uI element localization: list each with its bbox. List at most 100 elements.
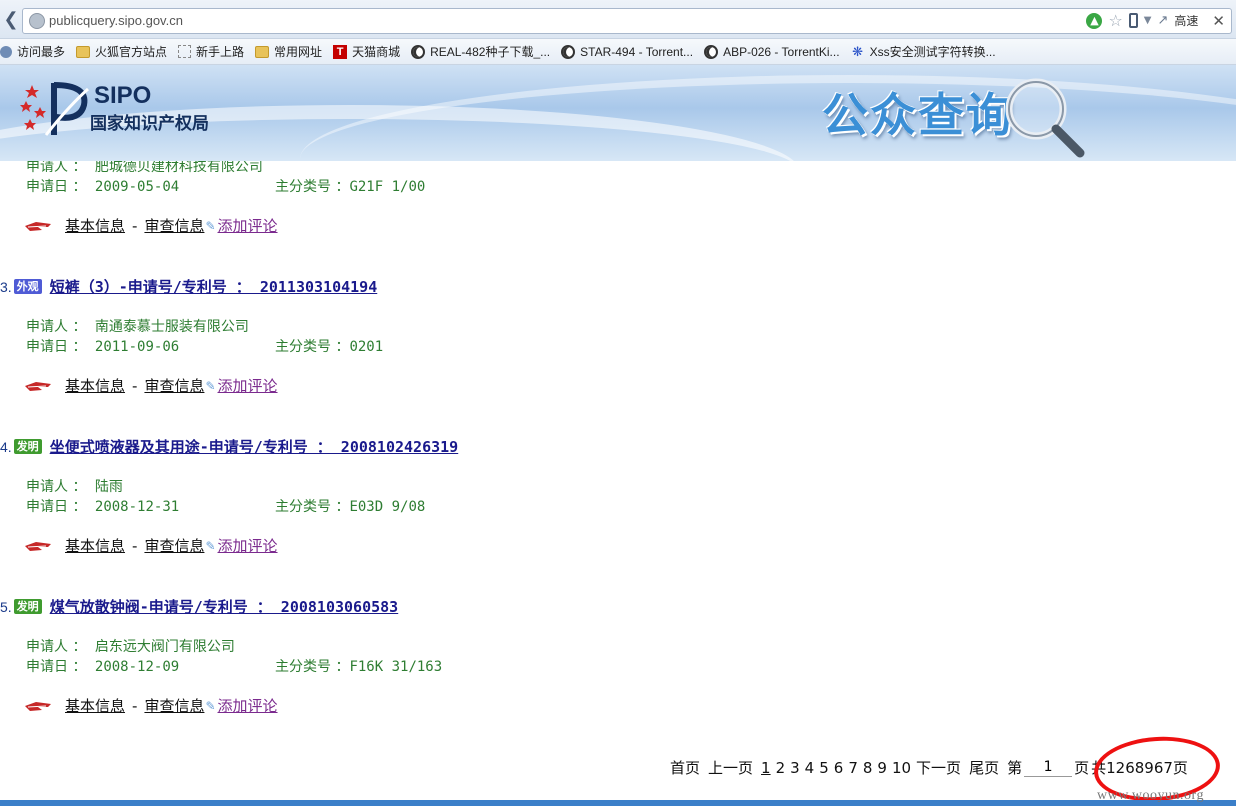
pencil-icon: ✎ [205,698,216,713]
speed-icon: ↗ [1157,13,1169,28]
exam-info-link[interactable]: 审查信息 [144,535,204,556]
basic-info-link[interactable]: 基本信息 [65,215,125,236]
logo-text-cn: 国家知识产权局 [90,114,209,134]
prev-page-link[interactable]: 上一页 [708,757,753,778]
date-class-line: 申请日 ： 2011-09-06 主分类号 ：0201 [26,336,383,356]
applicant-line: 申请人 ： 南通泰慕士服装有限公司 [26,316,249,336]
bottom-bar [0,800,1236,806]
speed-label[interactable]: 高速 [1174,12,1198,29]
basic-info-link[interactable]: 基本信息 [65,695,125,716]
blank-page-icon [178,45,192,58]
applicant-line: 申请人 ： 启东远大阀门有限公司 [26,636,235,656]
page-number[interactable]: 9 [877,759,887,777]
bookmark-label: 访问最多 [17,45,66,59]
apply-date-value: 2008-12-09 [94,659,180,675]
page-number[interactable]: 7 [848,759,858,777]
bookmark-label: 天猫商城 [352,45,401,59]
bookmark-label: ABP-026 - TorrentKi... [723,44,840,59]
add-comment-link[interactable]: 添加评论 [218,375,278,396]
result-index: 5. [0,598,12,615]
bookmark-item[interactable]: T 天猫商城 [333,43,400,60]
action-line: 基本信息 - 审查信息 ✎ 添加评论 [24,695,278,716]
result-title-link[interactable]: 短裤（3）-申请号/专利号 ： 2011303104194 [50,276,378,297]
separator: - [132,376,138,395]
action-line: 基本信息 - 审查信息 ✎ 添加评论 [24,375,278,396]
watermark: www.wooyun.org [1097,788,1204,803]
page-number[interactable]: 5 [819,759,829,777]
result-title-link[interactable]: 煤气放散钟阀-申请号/专利号 ： 2008103060583 [50,596,399,617]
apply-date-value: 2011-09-06 [94,339,180,355]
add-comment-link[interactable]: 添加评论 [218,535,278,556]
page-number-current[interactable]: 1 [761,759,771,777]
exam-info-link[interactable]: 审查信息 [144,695,204,716]
pointing-hand-icon [25,541,51,551]
banner-swoosh [300,75,1236,161]
url-bar[interactable]: publicquery.sipo.gov.cn ▲ ☆ ▼ ↗ 高速 ✕ [22,8,1232,34]
exam-info-link[interactable]: 审查信息 [144,215,204,236]
page-number[interactable]: 4 [805,759,815,777]
page-number[interactable]: 10 [892,759,911,777]
bookmark-label: 火狐官方站点 [95,45,168,59]
bookmark-item[interactable]: ❋ Xss安全测试字符转换... [851,43,995,60]
bookmark-item[interactable]: 常用网址 [255,43,322,60]
bookmark-item[interactable]: 新手上路 [178,43,244,60]
add-comment-link[interactable]: 添加评论 [218,695,278,716]
type-tag: 发明 [13,439,42,454]
dropdown-triangle-icon[interactable]: ▼ [1144,15,1152,26]
first-page-link[interactable]: 首页 [670,757,700,778]
applicant-label: 申请人 ： [26,161,87,175]
main-class-label: 主分类号 ： [275,339,350,355]
page-number[interactable]: 8 [863,759,873,777]
bookmark-label: 新手上路 [196,45,245,59]
pointing-hand-icon [25,381,51,391]
result-title-line: 3. 外观 短裤（3）-申请号/专利号 ： 2011303104194 [0,276,377,297]
separator: - [132,216,138,235]
separator: - [132,696,138,715]
bookmark-item[interactable]: 火狐官方站点 [76,43,167,60]
bookmark-item[interactable]: STAR-494 - Torrent... [561,44,693,59]
sipo-logo-icon[interactable] [18,77,90,139]
apply-date-label: 申请日 ： [26,339,87,355]
result-title-line: 5. 发明 煤气放散钟阀-申请号/专利号 ： 2008103060583 [0,596,398,617]
url-text[interactable]: publicquery.sipo.gov.cn [49,13,183,28]
results-list: 申请人 ： 肥城德贝建材科技有限公司 申请日 ： 2009-05-04 主分类号… [0,161,1236,806]
main-class-label: 主分类号 ： [275,179,350,195]
result-title-link[interactable]: 坐便式喷液器及其用途-申请号/专利号 ： 2008102426319 [50,436,459,457]
bookmarks-bar: 访问最多 火狐官方站点 新手上路 常用网址 T 天猫商城 REAL-482种子下… [0,39,1236,65]
apply-date-value: 2008-12-31 [94,499,180,515]
bookmark-item[interactable]: 访问最多 [0,43,65,60]
close-icon[interactable]: ✕ [1212,12,1225,30]
page-number[interactable]: 6 [834,759,844,777]
mobile-icon[interactable] [1128,13,1138,28]
add-comment-link[interactable]: 添加评论 [218,215,278,236]
bookmark-item[interactable]: REAL-482种子下载_... [411,43,550,60]
pencil-icon: ✎ [205,378,216,393]
applicant-label: 申请人 ： [26,319,87,335]
main-class-value: F16K 31/163 [349,659,443,675]
page-number[interactable]: 2 [776,759,786,777]
exam-info-link[interactable]: 审查信息 [144,375,204,396]
applicant-line: 申请人 ： 肥城德贝建材科技有限公司 [26,161,263,176]
applicant-value: 陆雨 [94,479,123,495]
type-tag: 外观 [13,279,42,294]
pointing-hand-icon [25,701,51,711]
next-page-link[interactable]: 下一页 [916,757,961,778]
basic-info-link[interactable]: 基本信息 [65,535,125,556]
last-page-link[interactable]: 尾页 [969,757,999,778]
basic-info-link[interactable]: 基本信息 [65,375,125,396]
browser-address-row: ❮ publicquery.sipo.gov.cn ▲ ☆ ▼ ↗ 高速 ✕ [0,0,1236,39]
date-class-line: 申请日 ： 2008-12-31 主分类号 ：E03D 9/08 [26,496,425,516]
bookmark-item[interactable]: ABP-026 - TorrentKi... [704,44,840,59]
applicant-label: 申请人 ： [26,639,87,655]
globe-icon [29,13,45,29]
back-arrow-icon[interactable]: ❮ [0,6,22,32]
tmall-icon: T [333,44,348,59]
apply-date-label: 申请日 ： [26,179,87,195]
main-class-label: 主分类号 ： [275,499,350,515]
main-class-value: 0201 [349,339,384,355]
page-jump-input[interactable] [1024,758,1073,777]
bookmark-star-icon[interactable]: ☆ [1108,11,1122,30]
page-number[interactable]: 3 [790,759,800,777]
go-arrow-icon[interactable]: ▲ [1086,12,1103,29]
apply-date-label: 申请日 ： [26,499,87,515]
